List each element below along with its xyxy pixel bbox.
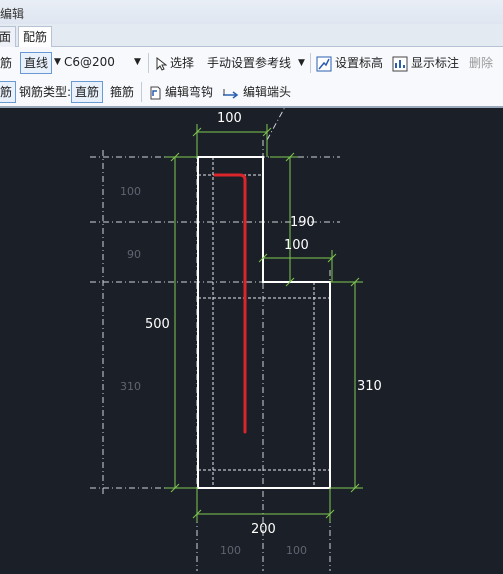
edit-end-icon [223,88,239,99]
show-labels-icon [392,56,408,71]
toolbar-main: 筋 直线 ▼ C6@200 ▼ 选择 手动设置参考线 ▼ 设置标高 显示标注 删… [0,47,503,80]
ref-label-bottom-2: 100 [286,544,307,557]
select-button[interactable]: 选择 [156,53,194,73]
dim-step-width: 100 [284,238,309,253]
select-label: 选择 [170,56,195,70]
dim-lower-height: 310 [357,379,382,394]
tab-face[interactable]: 面 [0,26,17,47]
title-bar: 编辑 [0,0,503,24]
ribbon-tabs: 面 配筋 [0,24,503,48]
section-drawing[interactable]: 100 190 100 500 310 200 100 90 310 100 1… [0,106,503,571]
spec-value: C6@200 [64,55,115,69]
ref-label-left-3: 310 [120,380,141,393]
rebar-type-label: 钢筋类型: [19,85,72,99]
spec-select[interactable]: C6@200 ▼ [64,52,144,72]
delete-button[interactable]: 删除 [469,53,493,73]
edit-hook-icon [150,86,161,99]
dim-top-width: 100 [217,111,242,126]
toolbar-rebar: 筋 钢筋类型: 直筋 箍筋 编辑弯钩 编辑端头 [0,79,503,108]
section-outline[interactable] [197,156,331,489]
tab-rebar[interactable]: 配筋 [18,26,53,48]
line-mode-button[interactable]: 直线 [20,52,53,74]
edit-end-label: 编辑端头 [243,85,292,99]
rebar-line[interactable] [213,173,247,434]
chevron-down-icon: ▼ [134,57,141,67]
cursor-icon [156,56,167,71]
set-elevation-button[interactable]: 设置标高 [316,53,383,73]
reference-lines [90,106,340,571]
separator [141,82,142,102]
separator [148,53,149,73]
edit-hook-label: 编辑弯钩 [165,85,214,99]
line-mode-dropdown-icon[interactable]: ▼ [54,52,61,72]
window-title: 编辑 [0,7,25,21]
dim-upper-height: 190 [290,215,315,230]
manual-ref-dropdown-icon[interactable]: ▼ [298,53,305,73]
show-labels-button[interactable]: 显示标注 [392,53,459,73]
ref-label-left-2: 90 [127,248,141,261]
stirrup-button[interactable]: 箍筋 [110,82,134,102]
set-elevation-label: 设置标高 [335,56,384,70]
edit-end-button[interactable]: 编辑端头 [222,82,291,102]
rebar-mode-button[interactable]: 筋 [0,81,17,103]
manual-ref-button[interactable]: 手动设置参考线 [207,53,291,73]
dim-total-height: 500 [145,317,170,332]
edit-hook-button[interactable]: 编辑弯钩 [148,82,213,102]
drawing-canvas[interactable]: 100 190 100 500 310 200 100 90 310 100 1… [0,106,503,571]
rebar-button[interactable]: 筋 [0,53,12,73]
elevation-icon [316,56,332,71]
show-labels-label: 显示标注 [411,56,460,70]
dim-bottom-width: 200 [251,522,276,537]
straight-rebar-button[interactable]: 直筋 [71,81,104,103]
ref-label-bottom-1: 100 [220,544,241,557]
ref-label-left-1: 100 [120,185,141,198]
separator [310,53,311,73]
